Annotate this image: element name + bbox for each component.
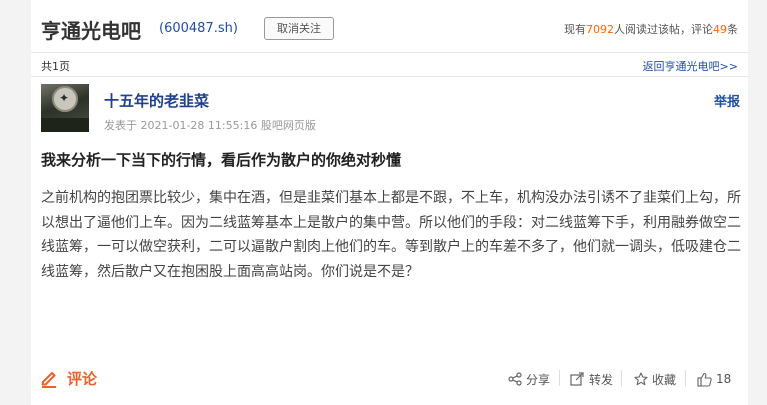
favorite-button[interactable]: 收藏 — [634, 369, 676, 389]
author-name[interactable]: 十五年的老韭菜 — [104, 90, 209, 111]
avatar-base — [41, 118, 89, 132]
like-button[interactable]: 18 — [697, 369, 731, 389]
stats-suffix: 条 — [727, 23, 738, 36]
page-count: 共1页 — [41, 60, 70, 73]
stats-prefix: 现有 — [564, 23, 586, 36]
divider — [559, 370, 560, 386]
unfollow-button[interactable]: 取消关注 — [264, 17, 334, 40]
post-panel: 亨通光电吧 (600487.sh) 取消关注 现有7092人阅读过该帖，评论49… — [31, 0, 748, 405]
thumbs-up-icon — [697, 372, 712, 387]
back-to-bar-link[interactable]: 返回亨通光电吧>> — [643, 58, 738, 74]
pager-row: 共1页 返回亨通光电吧>> — [31, 53, 748, 77]
post-title: 我来分析一下当下的行情，看后作为散户的你绝对秒懂 — [41, 151, 402, 169]
post-body: 之前机构的抱团票比较少，集中在酒，但是韭菜们基本上都是不跟，不上车，机构没办法引… — [41, 190, 741, 280]
action-bar: 评论 分享 转发 收藏 18 — [31, 352, 748, 405]
comment-label: 评论 — [67, 369, 98, 388]
divider — [685, 370, 686, 386]
divider — [621, 370, 622, 386]
bar-title[interactable]: 亨通光电吧 — [41, 15, 141, 44]
share-button[interactable]: 分享 — [508, 369, 550, 389]
read-count: 7092 — [586, 23, 614, 36]
share-label: 分享 — [526, 372, 551, 387]
stock-code[interactable]: (600487.sh) — [159, 21, 238, 36]
forward-button[interactable]: 转发 — [570, 369, 613, 389]
forward-label: 转发 — [589, 372, 614, 387]
like-count: 18 — [716, 372, 732, 386]
comment-count: 49 — [713, 23, 727, 36]
post-meta: 发表于 2021-01-28 11:55:16 股吧网页版 — [104, 119, 316, 132]
report-link[interactable]: 举报 — [714, 91, 740, 110]
read-stats: 现有7092人阅读过该帖，评论49条 — [564, 21, 738, 37]
page: 亨通光电吧 (600487.sh) 取消关注 现有7092人阅读过该帖，评论49… — [0, 0, 767, 405]
favorite-label: 收藏 — [652, 372, 677, 387]
bar-header: 亨通光电吧 (600487.sh) 取消关注 现有7092人阅读过该帖，评论49… — [31, 0, 748, 53]
avatar[interactable]: ✦ — [41, 84, 89, 132]
comment-button[interactable]: 评论 — [39, 367, 97, 389]
pencil-icon — [41, 372, 56, 388]
avatar-mark: ✦ — [59, 91, 70, 105]
share-icon — [508, 372, 522, 386]
forward-icon — [570, 372, 584, 386]
star-icon — [634, 372, 648, 386]
stats-middle: 人阅读过该帖，评论 — [614, 23, 713, 36]
